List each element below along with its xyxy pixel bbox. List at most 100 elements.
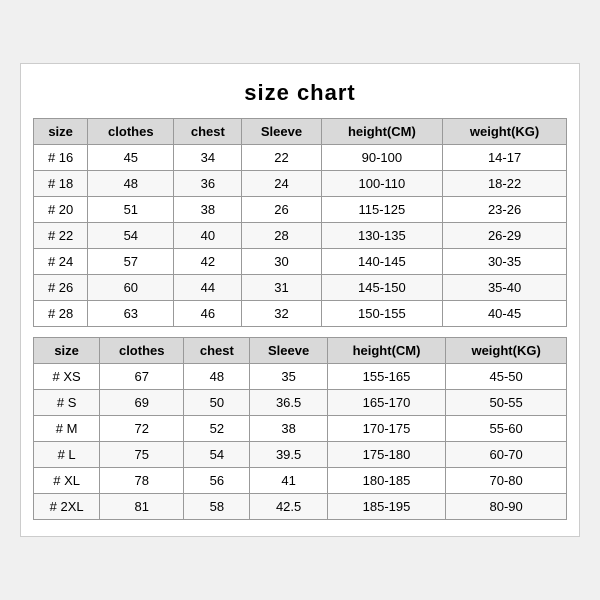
- table-cell: 38: [250, 416, 327, 442]
- table-cell: 41: [250, 468, 327, 494]
- table-row: # 26604431145-15035-40: [34, 275, 567, 301]
- table-cell: 26-29: [443, 223, 567, 249]
- size-chart-card: size chart sizeclotheschestSleeveheight(…: [20, 63, 580, 537]
- table-cell: # 24: [34, 249, 88, 275]
- table-cell: # 16: [34, 145, 88, 171]
- column-header: height(CM): [327, 338, 445, 364]
- table-cell: 36.5: [250, 390, 327, 416]
- table-cell: 40-45: [443, 301, 567, 327]
- table-row: # XS674835155-16545-50: [34, 364, 567, 390]
- table-cell: 35: [250, 364, 327, 390]
- table-cell: 24: [242, 171, 321, 197]
- table-cell: 36: [174, 171, 242, 197]
- table-row: # 28634632150-15540-45: [34, 301, 567, 327]
- table-row: # XL785641180-18570-80: [34, 468, 567, 494]
- table-cell: 145-150: [321, 275, 443, 301]
- table-cell: # S: [34, 390, 100, 416]
- table-cell: 63: [88, 301, 174, 327]
- column-header: chest: [184, 338, 250, 364]
- table-cell: # 2XL: [34, 494, 100, 520]
- table-cell: # 22: [34, 223, 88, 249]
- table-cell: 57: [88, 249, 174, 275]
- table-cell: 115-125: [321, 197, 443, 223]
- table-cell: 39.5: [250, 442, 327, 468]
- table-cell: 38: [174, 197, 242, 223]
- column-header: chest: [174, 119, 242, 145]
- table-cell: 165-170: [327, 390, 445, 416]
- table-cell: 130-135: [321, 223, 443, 249]
- table-cell: 35-40: [443, 275, 567, 301]
- table-cell: 80-90: [446, 494, 567, 520]
- table-cell: 150-155: [321, 301, 443, 327]
- table-cell: 180-185: [327, 468, 445, 494]
- size-table-2: sizeclotheschestSleeveheight(CM)weight(K…: [33, 337, 567, 520]
- table-cell: 48: [88, 171, 174, 197]
- chart-title: size chart: [33, 80, 567, 106]
- table-cell: 55-60: [446, 416, 567, 442]
- column-header: height(CM): [321, 119, 443, 145]
- table-cell: 56: [184, 468, 250, 494]
- table-cell: 42: [174, 249, 242, 275]
- table-row: # L755439.5175-18060-70: [34, 442, 567, 468]
- table-row: # 1645342290-10014-17: [34, 145, 567, 171]
- table-cell: # 18: [34, 171, 88, 197]
- table-cell: 75: [100, 442, 184, 468]
- table-cell: 100-110: [321, 171, 443, 197]
- column-header: Sleeve: [250, 338, 327, 364]
- column-header: clothes: [88, 119, 174, 145]
- table-cell: 60: [88, 275, 174, 301]
- table-cell: 78: [100, 468, 184, 494]
- table-cell: 175-180: [327, 442, 445, 468]
- table-cell: # 26: [34, 275, 88, 301]
- column-header: clothes: [100, 338, 184, 364]
- column-header: size: [34, 338, 100, 364]
- table-cell: 60-70: [446, 442, 567, 468]
- size-table-1: sizeclotheschestSleeveheight(CM)weight(K…: [33, 118, 567, 327]
- table-cell: 185-195: [327, 494, 445, 520]
- table-cell: # XS: [34, 364, 100, 390]
- table-row: # M725238170-17555-60: [34, 416, 567, 442]
- table-cell: 34: [174, 145, 242, 171]
- table-row: # 22544028130-13526-29: [34, 223, 567, 249]
- table-cell: 67: [100, 364, 184, 390]
- table-cell: 54: [88, 223, 174, 249]
- table-cell: 31: [242, 275, 321, 301]
- table-cell: 44: [174, 275, 242, 301]
- table-cell: # 28: [34, 301, 88, 327]
- table-cell: 45: [88, 145, 174, 171]
- table-cell: 90-100: [321, 145, 443, 171]
- table-cell: 155-165: [327, 364, 445, 390]
- table-cell: 72: [100, 416, 184, 442]
- table-cell: 50-55: [446, 390, 567, 416]
- table-cell: 54: [184, 442, 250, 468]
- column-header: weight(KG): [443, 119, 567, 145]
- table-cell: 51: [88, 197, 174, 223]
- table-cell: 140-145: [321, 249, 443, 275]
- table-cell: 28: [242, 223, 321, 249]
- table-row: # 18483624100-11018-22: [34, 171, 567, 197]
- table-cell: 46: [174, 301, 242, 327]
- column-header: Sleeve: [242, 119, 321, 145]
- table-cell: 50: [184, 390, 250, 416]
- table-cell: 45-50: [446, 364, 567, 390]
- table-cell: 52: [184, 416, 250, 442]
- column-header: size: [34, 119, 88, 145]
- table-cell: 30: [242, 249, 321, 275]
- table-row: # S695036.5165-17050-55: [34, 390, 567, 416]
- table-cell: 48: [184, 364, 250, 390]
- table-cell: # M: [34, 416, 100, 442]
- table-cell: 69: [100, 390, 184, 416]
- table-cell: 23-26: [443, 197, 567, 223]
- table-cell: 32: [242, 301, 321, 327]
- table-cell: 58: [184, 494, 250, 520]
- table-cell: # XL: [34, 468, 100, 494]
- table-cell: 42.5: [250, 494, 327, 520]
- table-row: # 20513826115-12523-26: [34, 197, 567, 223]
- table-cell: # L: [34, 442, 100, 468]
- table-cell: 40: [174, 223, 242, 249]
- table-cell: 26: [242, 197, 321, 223]
- table-row: # 2XL815842.5185-19580-90: [34, 494, 567, 520]
- table-row: # 24574230140-14530-35: [34, 249, 567, 275]
- table-cell: 30-35: [443, 249, 567, 275]
- table-cell: 81: [100, 494, 184, 520]
